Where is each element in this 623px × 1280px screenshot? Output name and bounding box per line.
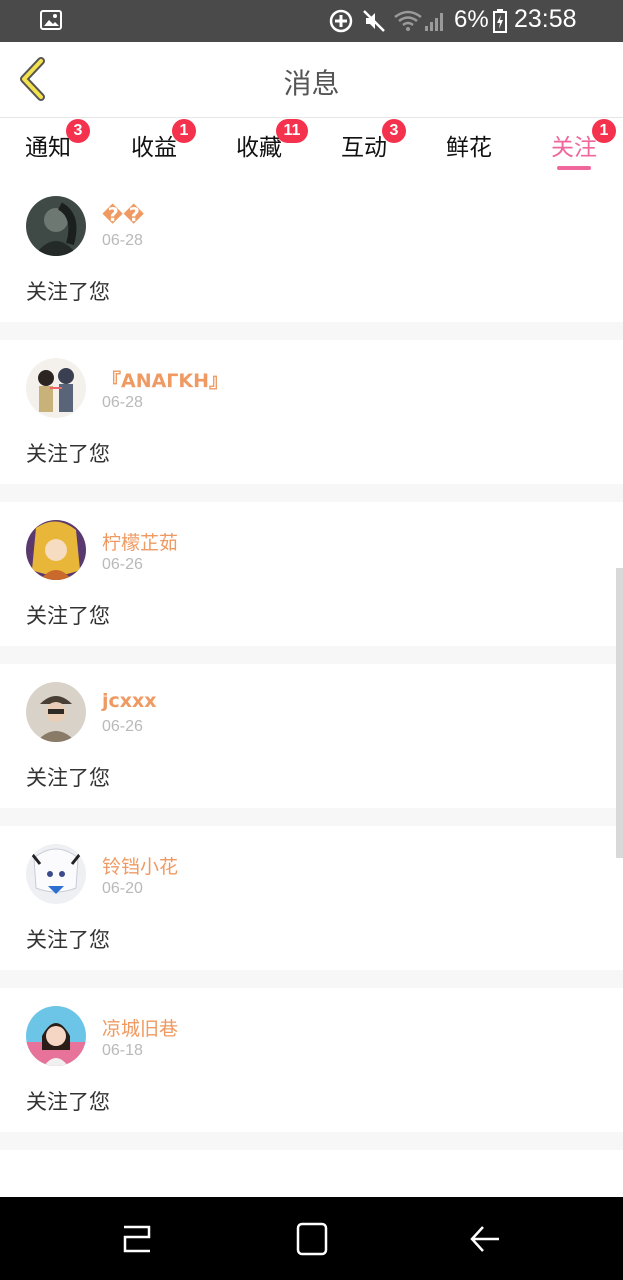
- tab-earnings[interactable]: 收益 1: [131, 119, 196, 176]
- divider: [0, 646, 623, 664]
- divider: [0, 970, 623, 988]
- username[interactable]: 『ΑΝΑΓΚΗ』: [102, 366, 228, 393]
- date: 06-28: [102, 394, 143, 411]
- tab-underline: [557, 166, 591, 170]
- list-item[interactable]: 『ΑΝΑΓΚΗ』 06-28 关注了您: [0, 340, 623, 484]
- message: 关注了您: [26, 928, 110, 952]
- avatar[interactable]: [26, 1006, 86, 1066]
- username[interactable]: 柠檬芷茹: [102, 528, 178, 555]
- scrollbar[interactable]: [616, 568, 623, 858]
- battery-icon: [493, 9, 507, 33]
- wifi-icon: [394, 10, 422, 31]
- tab-label: 收益: [131, 135, 177, 161]
- divider: [0, 1132, 623, 1150]
- list-item[interactable]: 凉城旧巷 06-18 关注了您: [0, 988, 623, 1132]
- list-item[interactable]: 柠檬芷茹 06-26 关注了您: [0, 502, 623, 646]
- status-bar: 6% 23:58: [0, 0, 623, 42]
- clock: 23:58: [514, 5, 577, 33]
- avatar[interactable]: [26, 520, 86, 580]
- divider: [0, 484, 623, 502]
- message: 关注了您: [26, 442, 110, 466]
- date: 06-20: [102, 880, 143, 897]
- unread-badge: 11: [276, 119, 308, 143]
- tab-label: 鲜花: [446, 135, 492, 161]
- page-title: 消息: [283, 67, 340, 100]
- tab-label: 收藏: [236, 135, 282, 161]
- list-item[interactable]: jcxxx 06-26 关注了您: [0, 664, 623, 808]
- list-item[interactable]: �� 06-28 关注了您: [0, 178, 623, 322]
- tab-flowers[interactable]: 鲜花: [446, 128, 492, 176]
- avatar[interactable]: [26, 844, 86, 904]
- mute-icon: [363, 10, 385, 32]
- avatar[interactable]: [26, 682, 86, 742]
- tab-bar: 通知 3 收益 1 收藏 11 互动 3 鲜花 关注 1: [0, 118, 623, 178]
- divider: [0, 808, 623, 826]
- tab-interaction[interactable]: 互动 3: [341, 119, 406, 176]
- date: 06-26: [102, 556, 143, 573]
- tab-favorites[interactable]: 收藏 11: [236, 119, 308, 176]
- gallery-icon: [40, 10, 62, 30]
- tab-label: 互动: [341, 135, 387, 161]
- unread-badge: 3: [382, 119, 406, 143]
- message: 关注了您: [26, 1090, 110, 1114]
- username[interactable]: ��: [102, 204, 144, 226]
- follow-notification-list: �� 06-28 关注了您 『ΑΝΑΓΚΗ』 06-28 关注了您 柠檬芷茹 0…: [0, 178, 623, 1150]
- tab-follows[interactable]: 关注 1: [551, 119, 616, 176]
- avatar[interactable]: [26, 358, 86, 418]
- avatar[interactable]: [26, 196, 86, 256]
- divider: [0, 322, 623, 340]
- message: 关注了您: [26, 280, 110, 304]
- date: 06-18: [102, 1042, 143, 1059]
- username[interactable]: jcxxx: [102, 690, 157, 712]
- unread-badge: 1: [172, 119, 196, 143]
- recents-icon[interactable]: [119, 1221, 155, 1257]
- username[interactable]: 凉城旧巷: [102, 1014, 178, 1041]
- message: 关注了您: [26, 604, 110, 628]
- date: 06-28: [102, 232, 143, 249]
- tab-label: 关注: [551, 135, 597, 161]
- unread-badge: 1: [592, 119, 616, 143]
- header: 消息: [0, 42, 623, 118]
- back-icon[interactable]: [467, 1221, 503, 1257]
- tab-label: 通知: [25, 135, 71, 161]
- username[interactable]: 铃铛小花: [102, 852, 178, 879]
- navigation-bar: [0, 1197, 623, 1280]
- signal-icon: [425, 13, 443, 31]
- message: 关注了您: [26, 766, 110, 790]
- date: 06-26: [102, 718, 143, 735]
- unread-badge: 3: [66, 119, 90, 143]
- tab-notice[interactable]: 通知 3: [25, 119, 90, 176]
- list-item[interactable]: 铃铛小花 06-20 关注了您: [0, 826, 623, 970]
- sync-icon: [329, 9, 353, 33]
- home-icon[interactable]: [294, 1221, 330, 1257]
- battery-percent: 6%: [454, 6, 489, 33]
